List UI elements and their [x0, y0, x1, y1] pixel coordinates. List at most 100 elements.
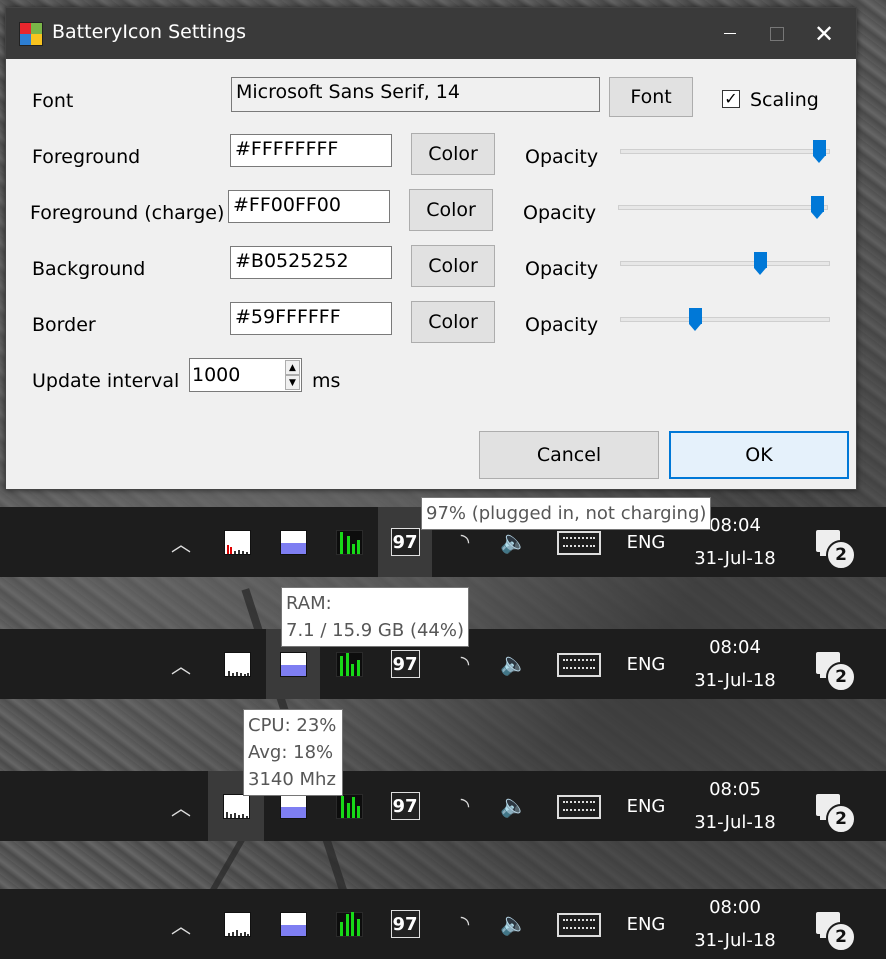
ram-meter-icon: [279, 911, 307, 937]
background-field[interactable]: #B0525252: [230, 246, 392, 279]
battery-tooltip: 97% (plugged in, not charging): [421, 497, 712, 530]
ram-meter-icon: [279, 793, 307, 819]
cpu-graph-tray-icon[interactable]: [210, 889, 264, 959]
foreground-color-button[interactable]: Color: [411, 133, 495, 175]
cancel-button[interactable]: Cancel: [479, 431, 659, 479]
close-button[interactable]: ✕: [801, 8, 847, 59]
border-label: Border: [32, 314, 96, 336]
wifi-icon[interactable]: ◝: [448, 907, 482, 941]
font-label: Font: [32, 90, 74, 112]
clock-time: 08:00: [709, 897, 761, 918]
foreground-charge-color-button[interactable]: Color: [409, 189, 493, 231]
chevron-up-icon[interactable]: ︿: [166, 651, 196, 678]
ok-button[interactable]: OK: [669, 431, 849, 479]
maximize-button: [754, 8, 800, 59]
ram-tooltip-value: 7.1 / 15.9 GB (44%): [286, 620, 465, 641]
chevron-up-icon[interactable]: ︿: [166, 529, 196, 556]
language-indicator[interactable]: ENG: [620, 793, 672, 819]
update-interval-spinner[interactable]: 1000 ▲ ▼: [189, 358, 302, 392]
foreground-label: Foreground: [32, 146, 141, 168]
cpu-tooltip-frequency: 3140 Mhz: [248, 769, 336, 790]
notification-count-badge: 2: [826, 804, 856, 834]
wifi-icon[interactable]: ◝: [448, 647, 482, 681]
network-tray-icon[interactable]: [322, 507, 376, 577]
cpu-tooltip-average: Avg: 18%: [248, 742, 334, 763]
foreground-opacity-slider[interactable]: [620, 140, 830, 164]
foreground-charge-opacity-slider[interactable]: [618, 196, 828, 220]
scaling-checkbox[interactable]: ✓: [722, 90, 740, 108]
minimize-icon: [724, 33, 736, 34]
slider-thumb[interactable]: [812, 140, 826, 163]
border-field[interactable]: #59FFFFFF: [230, 302, 392, 335]
slider-track: [620, 149, 830, 154]
slider-thumb[interactable]: [688, 308, 702, 331]
cpu-graph-tray-icon[interactable]: [210, 507, 264, 577]
battery-tray-icon[interactable]: 97: [378, 889, 432, 959]
font-field: Microsoft Sans Serif, 14: [231, 77, 600, 112]
cpu-graph-icon: [223, 911, 251, 937]
update-interval-unit: ms: [312, 370, 341, 392]
app-icon: [19, 22, 43, 46]
foreground-opacity-label: Opacity: [525, 146, 599, 168]
clock-time: 08:04: [709, 515, 761, 536]
wifi-icon[interactable]: ◝: [448, 525, 482, 559]
border-opacity-slider[interactable]: [620, 308, 830, 332]
volume-icon[interactable]: 🔈: [496, 789, 532, 823]
ram-tray-icon[interactable]: [266, 889, 320, 959]
scaling-label: Scaling: [750, 89, 819, 111]
ram-meter-icon: [279, 529, 307, 555]
cpu-graph-tray-icon[interactable]: [210, 629, 264, 699]
volume-icon[interactable]: 🔈: [496, 907, 532, 941]
clock-date: 31-Jul-18: [694, 812, 776, 833]
foreground-charge-label: Foreground (charge): [30, 202, 225, 224]
network-graph-icon: [335, 911, 363, 937]
slider-track: [620, 317, 830, 322]
border-color-button[interactable]: Color: [411, 301, 495, 343]
battery-icon: 97: [390, 792, 420, 820]
background-opacity-slider[interactable]: [620, 252, 830, 276]
network-graph-icon: [335, 651, 363, 677]
language-indicator[interactable]: ENG: [620, 651, 672, 677]
ram-tray-icon[interactable]: [266, 507, 320, 577]
border-opacity-label: Opacity: [525, 314, 599, 336]
update-interval-value[interactable]: 1000: [192, 364, 240, 386]
language-indicator[interactable]: ENG: [620, 911, 672, 937]
ram-tooltip-title: RAM:: [286, 593, 332, 614]
clock[interactable]: 08:04 31-Jul-18: [684, 631, 786, 697]
slider-thumb[interactable]: [753, 252, 767, 275]
slider-track: [618, 205, 828, 210]
taskbar: ︿ 97 ◝ 🔈 ENG 08:05 31-Jul-18 2: [0, 771, 886, 841]
keyboard-tray[interactable]: [556, 530, 602, 556]
clock[interactable]: 08:05 31-Jul-18: [684, 773, 786, 839]
language-indicator[interactable]: ENG: [620, 529, 672, 555]
battery-tray-icon[interactable]: 97: [378, 771, 432, 841]
update-interval-label: Update interval: [32, 370, 180, 392]
keyboard-tray[interactable]: [556, 912, 602, 938]
title-bar[interactable]: BatteryIcon Settings ✕: [6, 8, 856, 59]
spin-up-icon[interactable]: ▲: [285, 360, 300, 375]
cpu-graph-icon: [223, 529, 251, 555]
cpu-graph-icon: [223, 651, 251, 677]
cpu-tooltip: CPU: 23% Avg: 18% 3140 Mhz: [243, 709, 343, 796]
wifi-icon[interactable]: ◝: [448, 789, 482, 823]
slider-thumb[interactable]: [810, 196, 824, 219]
keyboard-tray[interactable]: [556, 794, 602, 820]
clock-date: 31-Jul-18: [694, 670, 776, 691]
chevron-up-icon[interactable]: ︿: [166, 793, 196, 820]
slider-track: [620, 261, 830, 266]
spin-down-icon[interactable]: ▼: [285, 375, 300, 390]
keyboard-tray[interactable]: [556, 652, 602, 678]
ram-tooltip: RAM: 7.1 / 15.9 GB (44%): [281, 587, 469, 647]
background-color-button[interactable]: Color: [411, 245, 495, 287]
network-tray-icon[interactable]: [322, 889, 376, 959]
clock[interactable]: 08:00 31-Jul-18: [684, 891, 786, 957]
volume-icon[interactable]: 🔈: [496, 525, 532, 559]
clock-date: 31-Jul-18: [694, 930, 776, 951]
foreground-field[interactable]: #FFFFFFFF: [230, 134, 392, 167]
volume-icon[interactable]: 🔈: [496, 647, 532, 681]
foreground-charge-field[interactable]: #FF00FF00: [228, 190, 390, 223]
minimize-button[interactable]: [707, 8, 753, 59]
keyboard-icon: [557, 531, 601, 555]
chevron-up-icon[interactable]: ︿: [166, 911, 196, 938]
font-button[interactable]: Font: [609, 77, 693, 117]
